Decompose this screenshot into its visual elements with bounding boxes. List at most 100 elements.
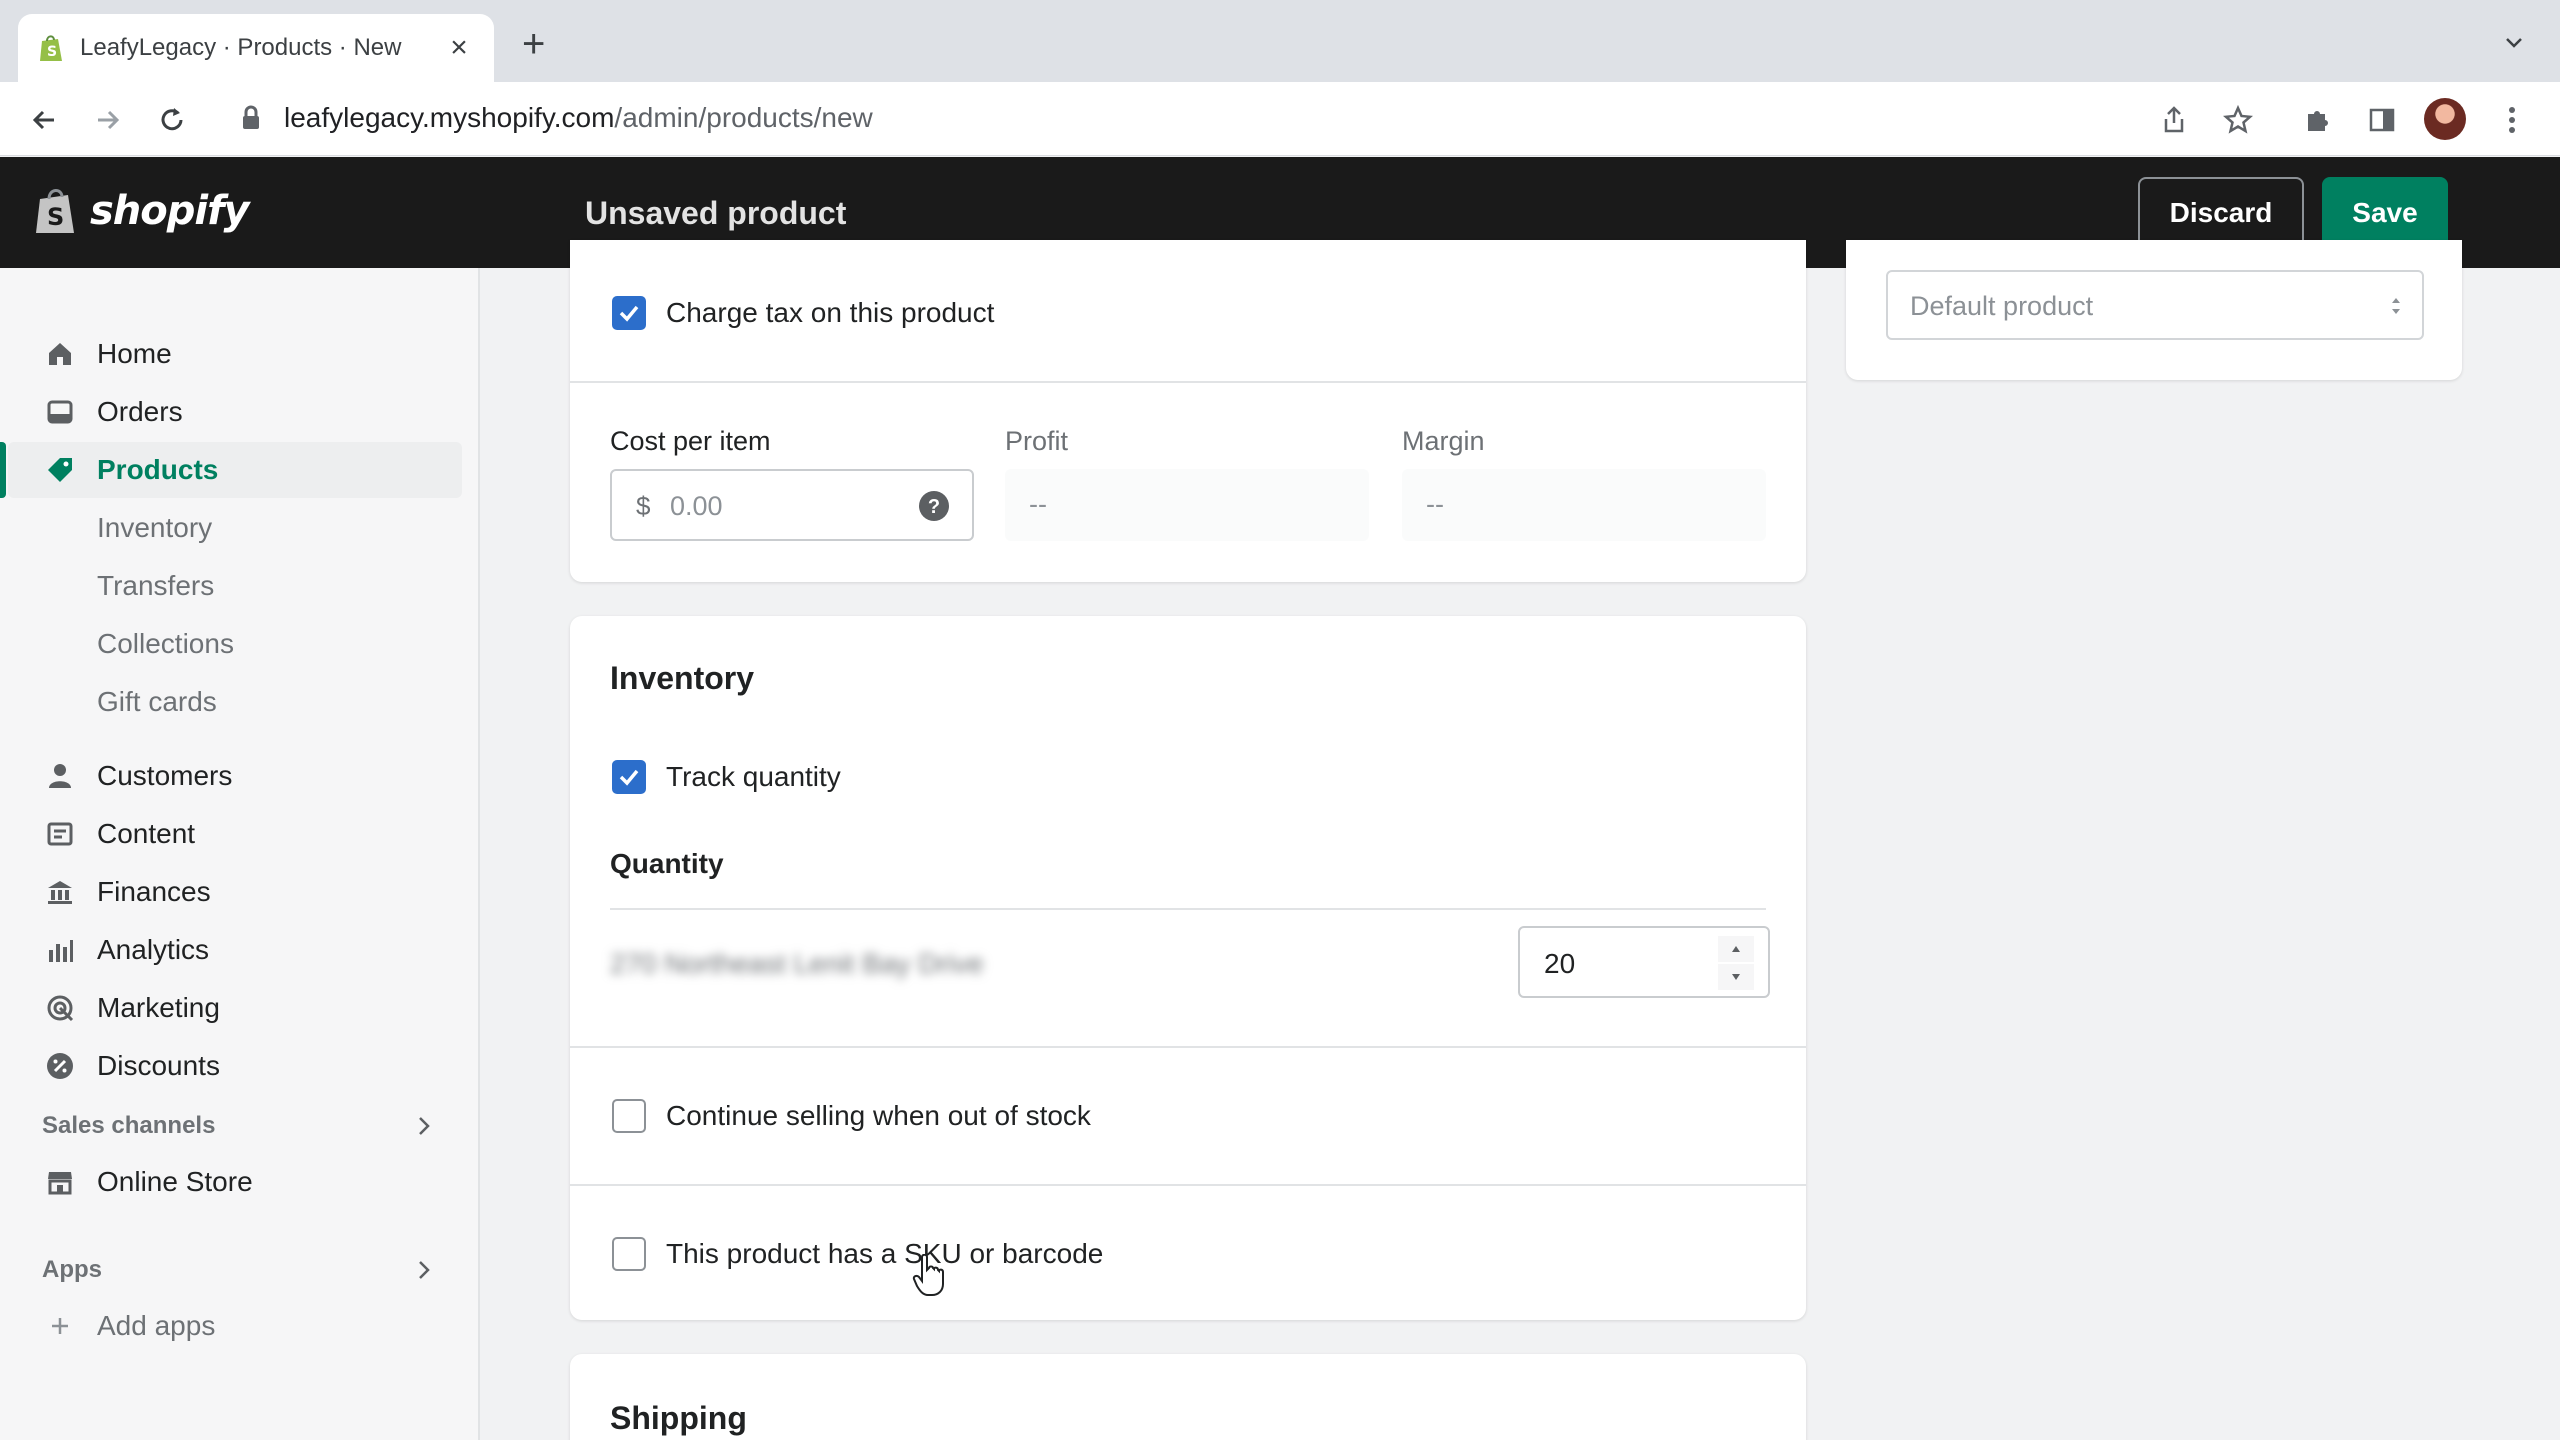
sidebar-subitem-collections[interactable]: Collections (8, 616, 462, 672)
tag-icon (44, 454, 76, 486)
chrome-menu-kebab-icon[interactable] (2492, 100, 2532, 140)
person-icon (44, 760, 76, 792)
sidebar-item-label: Add apps (97, 1310, 216, 1341)
forward-arrow-icon[interactable] (88, 100, 128, 140)
close-tab-icon[interactable]: × (444, 31, 474, 65)
tab-search-chevron-icon[interactable] (2502, 30, 2526, 54)
quantity-heading: Quantity (610, 848, 724, 879)
sidebar-item-label: Inventory (97, 512, 213, 543)
browser-tab-strip: S LeafyLegacy · Products · New × + (0, 0, 2560, 82)
location-name: 270 Northeast Lenit Bay Drive (610, 948, 984, 979)
shopify-bag-icon: S (36, 189, 74, 233)
chevron-right-icon[interactable] (412, 1114, 436, 1138)
discount-icon (44, 1050, 76, 1082)
sidebar-item-customers[interactable]: Customers (8, 748, 462, 804)
margin-value: -- (1426, 489, 1444, 519)
reload-icon[interactable] (152, 100, 192, 140)
sidebar-item-label: Analytics (97, 934, 210, 965)
address-bar[interactable]: leafylegacy.myshopify.com/admin/products… (284, 102, 873, 134)
continue-selling-label: Continue selling when out of stock (666, 1100, 1091, 1131)
sidebar-item-home[interactable]: Home (8, 326, 462, 382)
browser-tab-title: LeafyLegacy · Products · New (80, 34, 402, 61)
home-icon (44, 338, 76, 370)
track-quantity-checkbox[interactable] (612, 760, 646, 794)
sales-channels-heading: Sales channels (42, 1112, 216, 1139)
continue-selling-checkbox[interactable] (612, 1099, 646, 1133)
shipping-heading: Shipping (610, 1400, 747, 1436)
currency-symbol: $ (636, 491, 651, 521)
cost-per-item-input[interactable]: $ 0.00 ? (610, 469, 974, 541)
sku-barcode-checkbox[interactable] (612, 1237, 646, 1271)
bookmark-star-icon[interactable] (2218, 100, 2258, 140)
divider (610, 908, 1766, 910)
sidebar-item-label: Online Store (97, 1166, 253, 1197)
active-indicator (0, 442, 6, 498)
help-circle-icon[interactable]: ? (918, 490, 950, 522)
quantity-stepper[interactable] (1718, 936, 1754, 990)
sidebar-item-label: Transfers (97, 570, 215, 601)
extensions-puzzle-icon[interactable] (2298, 100, 2338, 140)
browser-tab[interactable]: S LeafyLegacy · Products · New × (18, 14, 494, 82)
sidebar-item-analytics[interactable]: Analytics (8, 922, 462, 978)
charge-tax-label: Charge tax on this product (666, 297, 995, 328)
charge-tax-checkbox[interactable] (612, 296, 646, 330)
side-panel-icon[interactable] (2362, 100, 2402, 140)
divider (570, 381, 1806, 383)
shipping-card: Shipping (570, 1354, 1806, 1440)
divider (570, 1046, 1806, 1048)
bank-icon (44, 876, 76, 908)
profit-value: -- (1029, 489, 1047, 519)
apps-heading: Apps (42, 1256, 102, 1283)
quantity-value: 20 (1544, 948, 1576, 979)
shopify-logo[interactable]: S shopify (34, 185, 250, 237)
chevron-right-icon[interactable] (412, 1258, 436, 1282)
shopify-favicon-icon: S (40, 35, 62, 61)
template-select[interactable]: Default product (1886, 270, 2424, 340)
inventory-heading: Inventory (610, 660, 755, 696)
sidebar-subitem-transfers[interactable]: Transfers (8, 558, 462, 614)
sidebar-item-online-store[interactable]: Online Store (8, 1154, 462, 1210)
profit-field: -- (1005, 469, 1369, 541)
sidebar: Home Orders Products Inventory Transfers… (0, 268, 480, 1440)
back-arrow-icon[interactable] (24, 100, 64, 140)
sidebar-item-content[interactable]: Content (8, 806, 462, 862)
plus-icon (44, 1310, 76, 1342)
store-icon (44, 1166, 76, 1198)
checkmark-icon (619, 305, 639, 322)
sidebar-subitem-inventory[interactable]: Inventory (8, 500, 462, 556)
url-path: /admin/products/new (614, 102, 873, 133)
sidebar-item-label: Content (97, 818, 196, 849)
new-tab-icon[interactable]: + (522, 24, 545, 64)
share-icon[interactable] (2154, 100, 2194, 140)
sidebar-item-finances[interactable]: Finances (8, 864, 462, 920)
sidebar-item-marketing[interactable]: Marketing (8, 980, 462, 1036)
track-quantity-label: Track quantity (666, 761, 841, 792)
save-button[interactable]: Save (2322, 177, 2448, 249)
svg-text:S: S (47, 203, 64, 231)
profit-label: Profit (1005, 426, 1069, 456)
bar-chart-icon (44, 934, 76, 966)
orders-icon (44, 396, 76, 428)
sidebar-item-orders[interactable]: Orders (8, 384, 462, 440)
sidebar-item-label: Products (97, 454, 219, 485)
url-host: leafylegacy.myshopify.com (284, 102, 615, 133)
sidebar-item-add-apps[interactable]: Add apps (8, 1298, 462, 1354)
sidebar-subitem-gift-cards[interactable]: Gift cards (8, 674, 462, 730)
quantity-input[interactable]: 20 (1518, 926, 1770, 998)
cost-per-item-label: Cost per item (610, 426, 771, 456)
cost-placeholder: 0.00 (670, 491, 723, 521)
sidebar-item-label: Collections (97, 628, 234, 659)
lock-icon[interactable] (240, 104, 262, 132)
checkmark-icon (619, 769, 639, 786)
page-title: Unsaved product (585, 195, 847, 231)
sidebar-item-label: Orders (97, 396, 183, 427)
sidebar-item-label: Marketing (97, 992, 220, 1023)
pricing-card: Charge tax on this product Cost per item… (570, 240, 1806, 582)
margin-field: -- (1402, 469, 1766, 541)
template-select-value: Default product (1910, 291, 2094, 321)
discard-button[interactable]: Discard (2138, 177, 2304, 249)
profile-avatar[interactable] (2424, 98, 2466, 140)
target-icon (44, 992, 76, 1024)
sidebar-item-products[interactable]: Products (8, 442, 462, 498)
sidebar-item-discounts[interactable]: Discounts (8, 1038, 462, 1094)
